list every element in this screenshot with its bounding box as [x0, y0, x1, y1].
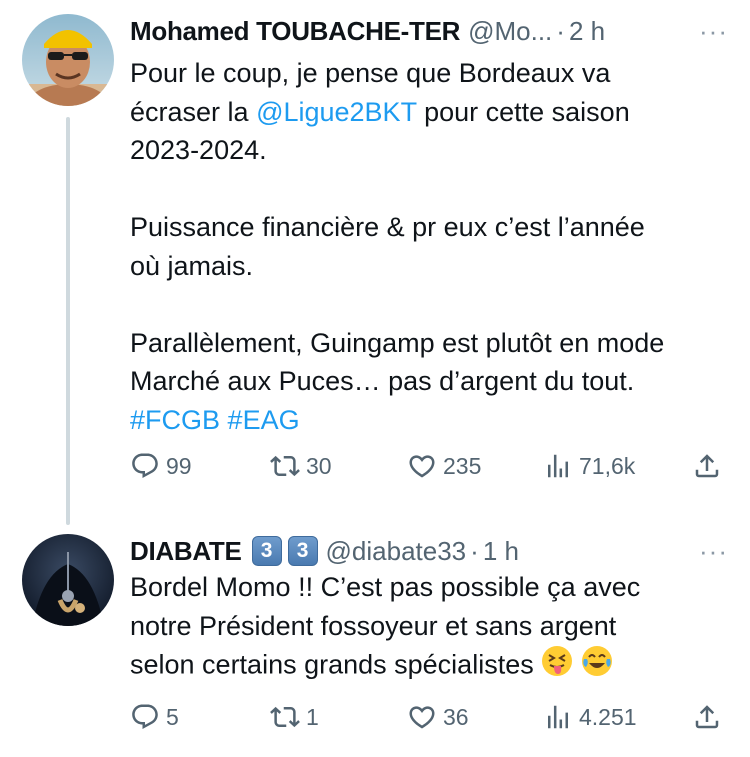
views-button[interactable]: 71,6k	[543, 451, 635, 481]
badge-digit-three: 3	[287, 536, 318, 566]
thread-line	[66, 117, 70, 525]
views-button[interactable]: 4.251	[543, 702, 637, 732]
display-name[interactable]: Mohamed TOUBACHE-TER	[130, 16, 460, 47]
text-line: 2023-2024.	[130, 135, 267, 165]
reply-button[interactable]: 5	[130, 702, 179, 732]
badge-digit-three: 3	[251, 536, 282, 566]
text-line: Pour le coup, je pense que Bordeaux va	[130, 58, 611, 88]
heart-icon	[409, 455, 435, 478]
tweet-header: DIABATE 3 3 @diabate33 · 1 h	[130, 533, 519, 569]
share-button[interactable]	[692, 451, 728, 481]
views-chart-icon	[548, 705, 568, 729]
text-segment: pour cette saison	[416, 96, 630, 127]
like-count: 36	[443, 703, 469, 730]
text-segment: écraser la	[130, 96, 257, 127]
avatar[interactable]	[22, 534, 114, 626]
separator-dot: ·	[470, 535, 479, 566]
more-options-icon[interactable]: ···	[699, 16, 728, 47]
heart-icon	[409, 706, 435, 729]
display-name[interactable]: DIABATE	[130, 536, 242, 567]
text-line: Puissance financière & pr eux c’est l’an…	[130, 212, 645, 242]
tweet-text: Bordel Momo !! C’est pas possible ça ave…	[130, 568, 730, 688]
like-button[interactable]: 36	[407, 702, 469, 732]
reply-count: 99	[166, 452, 192, 479]
like-count: 235	[443, 452, 482, 479]
timestamp[interactable]: 2 h	[569, 16, 605, 47]
repost-count: 30	[306, 452, 332, 479]
like-button[interactable]: 235	[407, 451, 481, 481]
share-button[interactable]	[692, 702, 728, 732]
reply-icon	[132, 704, 158, 730]
views-count: 71,6k	[579, 452, 636, 479]
reply-button[interactable]: 99	[130, 451, 192, 481]
text-line: #FCGB #EAG	[130, 401, 730, 440]
repost-count: 1	[306, 703, 319, 730]
text-line: écraser la @Ligue2BKT pour cette saison	[130, 93, 730, 132]
reply-count: 5	[166, 703, 179, 730]
more-options-icon[interactable]: ···	[699, 536, 728, 567]
user-handle[interactable]: @diabate33	[326, 536, 467, 567]
text-line: selon certains grands spécialistes	[130, 645, 730, 688]
text-line: notre Président fossoyeur et sans argent	[130, 610, 617, 641]
text-line: Bordel Momo !! C’est pas possible ça ave…	[130, 572, 641, 602]
hashtag-link[interactable]: #EAG	[228, 405, 300, 435]
share-icon	[695, 454, 719, 478]
repost-icon	[270, 706, 300, 728]
views-chart-icon	[548, 454, 568, 478]
tweet-header: Mohamed TOUBACHE-TER @Mo... · 2 h	[130, 13, 605, 49]
mention-link[interactable]: @Ligue2BKT	[256, 97, 417, 127]
tweet-2[interactable]: DIABATE 3 3 @diabate33 · 1 h ··· Bordel …	[0, 520, 750, 757]
repost-icon	[270, 455, 300, 477]
repost-button[interactable]: 30	[270, 451, 332, 481]
text-segment: selon certains grands spécialistes	[130, 649, 534, 680]
views-count: 4.251	[579, 703, 637, 730]
text-line: Parallèlement, Guingamp est plutôt en mo…	[130, 327, 665, 358]
text-line: Marché aux Puces… pas d’argent du tout.	[130, 366, 635, 396]
separator-dot: ·	[556, 15, 565, 46]
repost-button[interactable]: 1	[270, 702, 319, 732]
avatar[interactable]	[22, 14, 114, 106]
tweet-1[interactable]: Mohamed TOUBACHE-TER @Mo... · 2 h ··· Po…	[0, 0, 750, 525]
face-with-tears-of-joy-emoji	[581, 645, 613, 688]
reply-icon	[132, 453, 158, 479]
timestamp[interactable]: 1 h	[483, 536, 519, 567]
text-line: où jamais.	[130, 250, 254, 281]
hashtag-link[interactable]: #FCGB	[130, 405, 220, 435]
squinting-face-with-tongue-emoji	[541, 645, 573, 688]
share-icon	[695, 705, 719, 729]
user-handle[interactable]: @Mo...	[468, 16, 552, 47]
tweet-text: Pour le coup, je pense que Bordeaux va é…	[130, 54, 730, 439]
action-bar: 99 30 235 71,6k	[130, 446, 726, 486]
action-bar: 5 1 36 4.251	[130, 697, 726, 737]
